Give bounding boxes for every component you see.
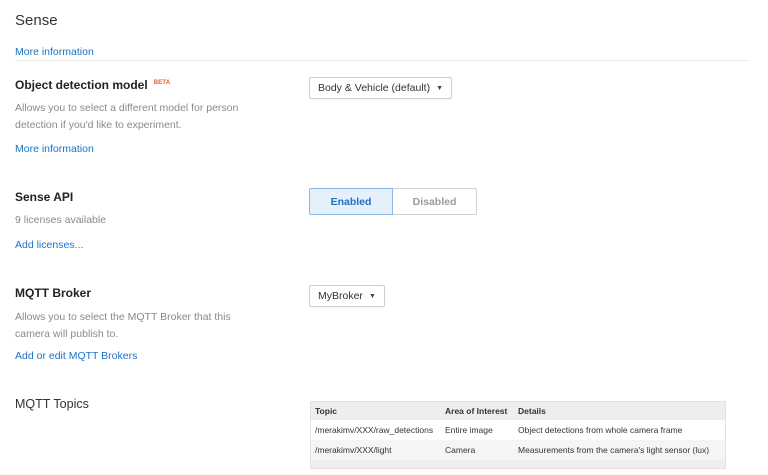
add-licenses-link[interactable]: Add licenses... [15, 239, 83, 251]
mqtt-broker-selected: MyBroker [318, 290, 363, 302]
area-cell: Entire image [445, 425, 493, 435]
sense-api-disabled-button[interactable]: Disabled [393, 188, 477, 215]
sense-api-toggle: Enabled Disabled [309, 188, 477, 215]
sense-api-licenses: 9 licenses available [15, 214, 107, 226]
object-detection-title: Object detection model BETA [15, 78, 170, 92]
topic-cell: /merakimv/XXX/raw_detections [315, 425, 434, 435]
section-divider [15, 60, 750, 61]
sense-api-enabled-button[interactable]: Enabled [309, 188, 393, 215]
column-header-topic: Topic [315, 406, 338, 416]
sense-more-info-link[interactable]: More information [15, 46, 94, 58]
object-detection-model-dropdown[interactable]: Body & Vehicle (default) ▼ [309, 77, 453, 99]
mqtt-broker-description-line1: Allows you to select the MQTT Broker tha… [15, 311, 231, 323]
details-cell: Object detections from whole camera fram… [518, 425, 683, 435]
object-detection-more-info-link[interactable]: More information [15, 143, 94, 155]
table-header-row: Topic Area of Interest Details [311, 402, 725, 420]
area-cell: Camera [445, 445, 476, 455]
mqtt-broker-description: Allows you to select the MQTT Broker tha… [15, 309, 231, 343]
sense-api-title: Sense API [15, 190, 74, 204]
sense-title: Sense [15, 12, 58, 29]
mqtt-broker-description-line2: camera will publish to. [15, 328, 119, 340]
details-cell: Measurements from the camera's light sen… [518, 445, 710, 455]
object-detection-description: Allows you to select a different model f… [15, 100, 238, 134]
object-detection-title-text: Object detection model [15, 78, 148, 92]
beta-badge: BETA [153, 80, 171, 86]
mqtt-topics-title: MQTT Topics [15, 397, 89, 411]
object-detection-description-line1: Allows you to select a different model f… [15, 102, 239, 114]
caret-down-icon: ▼ [368, 292, 376, 300]
object-detection-selected: Body & Vehicle (default) [318, 82, 431, 94]
mqtt-broker-dropdown[interactable]: MyBroker ▼ [309, 285, 385, 307]
column-header-details: Details [518, 406, 546, 416]
table-row: /merakimv/XXX/light Camera Measurements … [311, 440, 725, 460]
table-row: /merakimv/XXX/raw_detections Entire imag… [311, 420, 725, 440]
edit-mqtt-brokers-link[interactable]: Add or edit MQTT Brokers [15, 350, 137, 362]
column-header-area: Area of Interest [445, 406, 508, 416]
topic-cell: /merakimv/XXX/light [315, 445, 392, 455]
mqtt-topics-table: Topic Area of Interest Details /merakimv… [310, 401, 726, 469]
object-detection-description-line2: detection if you'd like to experiment. [15, 119, 182, 131]
caret-down-icon: ▼ [436, 84, 444, 92]
mqtt-broker-title: MQTT Broker [15, 286, 92, 300]
table-footer [311, 460, 725, 468]
